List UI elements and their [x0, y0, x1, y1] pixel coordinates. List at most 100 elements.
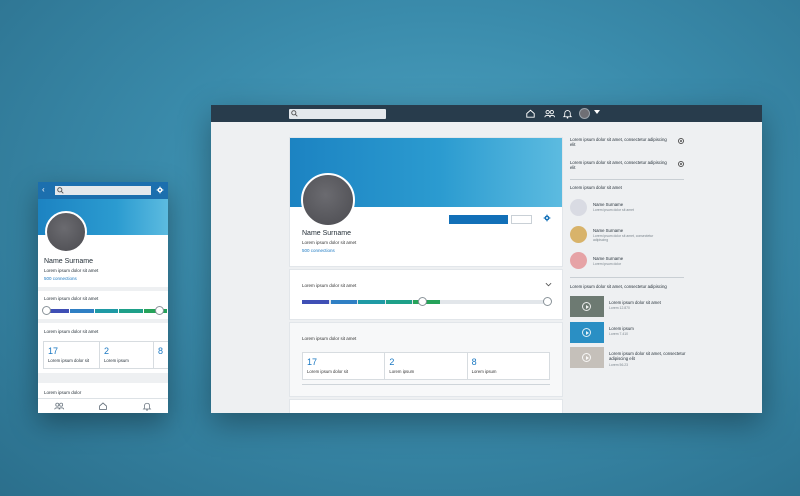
radio-icon[interactable]: [678, 138, 684, 144]
desktop-window: Name Surname Lorem ipsum dolor sit amet …: [211, 105, 762, 413]
connections-link[interactable]: 500 connections: [44, 276, 77, 281]
search-input[interactable]: [55, 186, 151, 195]
right-sidebar: Lorem ipsum dolor sit amet, consectetur …: [569, 105, 689, 413]
stat-label: Lorem ipsum: [389, 369, 415, 374]
play-icon: [582, 353, 591, 362]
gear-icon[interactable]: [543, 214, 551, 222]
progress-segment: [385, 300, 413, 304]
profile-subtitle: Lorem ipsum dolor sit amet: [302, 240, 357, 245]
mobile-window: ‹ Name Surname Lorem ipsum dolor sit ame…: [38, 182, 168, 413]
progress-card: Lorem ipsum dolor sit amet: [290, 270, 562, 319]
slider-start-handle[interactable]: [42, 306, 51, 315]
stat-value: 2: [104, 346, 110, 356]
stat-value: 17: [307, 357, 318, 367]
stats-label: Lorem ipsum dolor sit amet: [44, 329, 99, 334]
person-detail: Lorem ipsum dolor: [593, 262, 622, 266]
search-input[interactable]: [289, 109, 386, 119]
home-icon[interactable]: [97, 400, 109, 412]
progress-segment: [302, 300, 329, 304]
chevron-down-icon[interactable]: [545, 282, 552, 287]
person-avatar[interactable]: [570, 226, 587, 243]
person-avatar[interactable]: [570, 252, 587, 269]
stat-value: 8: [471, 357, 477, 367]
notification-text[interactable]: Lorem ipsum dolor sit amet, consectetur …: [570, 137, 670, 147]
divider: [302, 384, 550, 385]
progress-label: Lorem ipsum dolor sit amet: [44, 296, 99, 301]
stat-tile[interactable]: 2 Lorem ipsum: [99, 341, 154, 369]
progress-card: Lorem ipsum dolor sit amet: [38, 291, 168, 319]
videos-heading: Lorem ipsum dolor sit amet, consectetur …: [570, 284, 667, 289]
divider: [570, 179, 684, 180]
slider-handle[interactable]: [154, 306, 164, 315]
progress-segment: [330, 300, 358, 304]
people-icon[interactable]: [543, 107, 556, 120]
video-thumbnail[interactable]: [570, 322, 604, 343]
video-thumbnail[interactable]: [570, 347, 604, 368]
profile-photo[interactable]: [301, 173, 355, 227]
stat-tile[interactable]: 8 Lorem ipsum: [468, 353, 549, 379]
secondary-action-button[interactable]: [511, 215, 532, 224]
video-title[interactable]: Lorem ipsum dolor sit amet: [609, 300, 687, 305]
search-icon: [291, 110, 298, 117]
person-detail: Lorem ipsum dolor sit amet: [593, 208, 634, 212]
stat-tile[interactable]: 8: [153, 341, 168, 369]
person-avatar[interactable]: [570, 199, 587, 216]
progress-segment: [94, 309, 119, 313]
video-meta: Lorem 56.23: [609, 363, 629, 367]
progress-segment: [70, 309, 94, 313]
gear-icon[interactable]: [156, 186, 164, 194]
person-name[interactable]: Name Surname: [593, 202, 673, 207]
video-meta: Lorem 12.870: [609, 306, 630, 310]
back-icon[interactable]: ‹: [42, 185, 45, 194]
people-heading: Lorem ipsum dolor sit amet: [570, 185, 622, 190]
bell-icon[interactable]: [141, 400, 153, 412]
top-navigation-bar: ‹: [38, 182, 168, 199]
progress-bar[interactable]: [42, 306, 168, 315]
radio-icon[interactable]: [678, 161, 684, 167]
feed-card: [290, 400, 562, 413]
feed-label: Lorem ipsum dolor: [44, 390, 82, 395]
video-thumbnail[interactable]: [570, 296, 604, 317]
profile-photo[interactable]: [45, 211, 87, 253]
stat-value: 8: [158, 346, 164, 356]
progress-segment: [119, 309, 143, 313]
person-detail: Lorem ipsum dolor sit amet, consectetur …: [593, 234, 654, 242]
profile-name: Name Surname: [302, 230, 352, 237]
home-icon[interactable]: [524, 107, 537, 120]
stat-label: Lorem ipsum dolor sit: [307, 369, 349, 374]
slider-end-handle[interactable]: [543, 297, 552, 306]
video-title[interactable]: Lorem ipsum: [609, 326, 687, 331]
slider-handle[interactable]: [417, 297, 427, 306]
stat-label: Lorem ipsum dolor sit: [48, 358, 90, 363]
profile-card: Name Surname Lorem ipsum dolor sit amet …: [290, 138, 562, 266]
stat-value: 2: [389, 357, 395, 367]
notification-text[interactable]: Lorem ipsum dolor sit amet, consectetur …: [570, 160, 670, 170]
stats-label: Lorem ipsum dolor sit amet: [302, 336, 357, 341]
profile-name: Name Surname: [44, 258, 94, 265]
progress-bar[interactable]: [302, 297, 552, 306]
people-icon[interactable]: [53, 400, 65, 412]
stat-tile[interactable]: 2 Lorem ipsum: [385, 353, 468, 379]
stat-label: Lorem ipsum: [471, 369, 497, 374]
stat-tile[interactable]: 17 Lorem ipsum dolor sit: [43, 341, 100, 369]
stats-row: 17 Lorem ipsum dolor sit 2 Lorem ipsum 8: [43, 341, 168, 369]
stat-tile[interactable]: 17 Lorem ipsum dolor sit: [303, 353, 386, 379]
connections-link[interactable]: 500 connections: [302, 248, 335, 253]
play-icon: [582, 328, 591, 337]
person-name[interactable]: Name Surname: [593, 256, 673, 261]
bottom-tab-bar: [38, 398, 168, 413]
stats-card: Lorem ipsum dolor sit amet 17 Lorem ipsu…: [38, 323, 168, 373]
play-icon: [582, 302, 591, 311]
video-meta: Lorem 7.410: [609, 332, 629, 336]
stats-row: 17 Lorem ipsum dolor sit 2 Lorem ipsum 8…: [302, 352, 550, 380]
progress-label: Lorem ipsum dolor sit amet: [302, 283, 357, 288]
profile-subtitle: Lorem ipsum dolor sit amet: [44, 268, 99, 273]
video-title[interactable]: Lorem ipsum dolor sit amet, consectetur …: [609, 351, 687, 361]
progress-segment: [358, 300, 385, 304]
search-icon: [57, 187, 64, 194]
primary-action-button[interactable]: [449, 215, 508, 224]
stat-label: Lorem ipsum: [104, 358, 129, 363]
stats-card: Lorem ipsum dolor sit amet 17 Lorem ipsu…: [290, 323, 562, 396]
person-name[interactable]: Name Surname: [593, 228, 673, 233]
stat-value: 17: [48, 346, 59, 356]
